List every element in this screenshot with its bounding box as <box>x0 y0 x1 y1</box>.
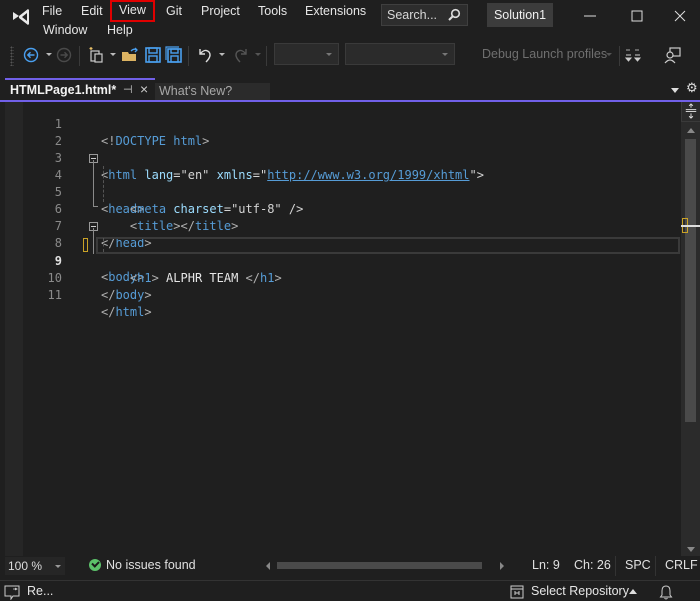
fold-guide <box>93 160 94 206</box>
char-indicator[interactable]: Ch: 26 <box>574 558 611 572</box>
editor-status-bar: 100 % No issues found Ln: 9 Ch: 26 SPC C… <box>0 556 700 576</box>
redo-icon[interactable] <box>232 46 250 64</box>
chevron-down-icon <box>442 53 448 56</box>
back-dropdown-icon[interactable] <box>46 53 52 56</box>
menu-view[interactable]: View <box>110 0 155 22</box>
open-folder-icon[interactable] <box>121 46 139 64</box>
new-project-icon[interactable] <box>87 46 105 64</box>
code-line: 10 </body> <box>0 253 681 302</box>
toolbar-separator <box>188 46 189 66</box>
save-all-icon[interactable] <box>165 46 183 64</box>
menu-project[interactable]: Project <box>197 3 244 19</box>
tab-label: HTMLPage1.html* <box>10 83 117 97</box>
line-number: 11 <box>47 288 62 302</box>
toolbar-grip[interactable] <box>10 46 14 66</box>
scroll-down-icon[interactable] <box>687 547 695 552</box>
zoom-dropdown[interactable]: 100 % <box>5 557 65 575</box>
tab-htmlpage1[interactable]: HTMLPage1.html* ⊣ × <box>5 78 155 100</box>
issues-label: No issues found <box>106 558 196 572</box>
menu-file[interactable]: File <box>38 3 66 19</box>
output-window-icon[interactable] <box>4 584 20 600</box>
code-line: 4 <head> <box>0 150 681 216</box>
title-bar: File Edit View Git Project Tools Extensi… <box>0 0 700 40</box>
indent-guide <box>103 166 104 202</box>
line-indicator[interactable]: Ln: 9 <box>532 558 560 572</box>
toolbar-separator <box>79 46 80 66</box>
check-circle-icon <box>89 559 101 571</box>
menu-tools[interactable]: Tools <box>254 3 291 19</box>
line-ending-label: CRLF <box>665 558 698 572</box>
toolbar-separator <box>266 46 267 66</box>
tab-whats-new[interactable]: What's New? <box>155 83 270 100</box>
search-icon <box>448 8 461 21</box>
undo-icon[interactable] <box>196 46 214 64</box>
horizontal-scroll-thumb[interactable] <box>277 562 482 569</box>
fold-guide <box>93 228 94 254</box>
maximize-icon[interactable] <box>627 6 647 26</box>
navigate-forward-icon[interactable] <box>55 46 73 64</box>
whitespace-mode[interactable]: SPC <box>615 556 655 576</box>
notification-bell-icon[interactable] <box>659 584 673 600</box>
repository-icon <box>510 585 524 599</box>
code-editor[interactable]: 1 <!DOCTYPE html> 2 3 <html lang="en" xm… <box>0 102 681 556</box>
code-line: 3 <html lang="en" xmlns="http://www.w3.o… <box>0 133 681 182</box>
menu-help[interactable]: Help <box>103 22 137 38</box>
close-window-icon[interactable] <box>670 6 690 26</box>
zoom-value: 100 % <box>8 559 43 573</box>
pin-icon[interactable]: ⊣ <box>123 83 133 96</box>
code-text: </html> <box>101 305 152 319</box>
chevron-down-icon <box>55 565 61 568</box>
select-repository-button[interactable]: Select Repository <box>531 584 629 598</box>
gear-icon[interactable]: ⚙ <box>686 80 698 96</box>
fold-guide-end <box>93 206 98 207</box>
code-text: </body> <box>101 288 152 302</box>
code-line: 7 </head> <box>0 201 681 250</box>
whitespace-label: SPC <box>625 558 651 572</box>
line-ending-mode[interactable]: CRLF <box>655 556 700 576</box>
redo-dropdown-icon[interactable] <box>255 53 261 56</box>
debug-dropdown-icon[interactable] <box>606 53 612 56</box>
live-share-icon[interactable] <box>664 46 682 64</box>
step-icon[interactable] <box>624 46 642 64</box>
code-line: 8 <body> <box>0 218 681 284</box>
configuration-dropdown[interactable] <box>274 43 339 65</box>
status-bar: Re... Select Repository <box>0 580 700 601</box>
code-line: 11 </html> <box>0 270 681 319</box>
code-line: 1 <!DOCTYPE html> <box>0 99 681 148</box>
status-left-label[interactable]: Re... <box>27 584 53 598</box>
navigate-back-icon[interactable] <box>22 46 40 64</box>
menu-extensions[interactable]: Extensions <box>301 3 370 19</box>
debug-launch-profiles[interactable]: Debug Launch profiles <box>482 47 607 61</box>
platform-dropdown[interactable] <box>345 43 455 65</box>
search-box[interactable]: Search... <box>381 4 468 26</box>
indent-guide <box>103 238 104 252</box>
menu-edit[interactable]: Edit <box>77 3 107 19</box>
tab-list-dropdown-icon[interactable] <box>671 88 679 93</box>
caret-position-marker <box>681 225 700 227</box>
tab-label: What's New? <box>159 84 233 98</box>
search-placeholder: Search... <box>387 8 438 22</box>
scroll-left-icon[interactable] <box>266 562 270 570</box>
code-line: 2 <box>0 116 681 148</box>
save-icon[interactable] <box>144 46 162 64</box>
visual-studio-logo-icon <box>13 9 29 25</box>
menu-window[interactable]: Window <box>39 22 91 38</box>
vertical-scrollbar[interactable] <box>681 102 700 556</box>
split-window-icon[interactable] <box>681 102 700 122</box>
menu-git[interactable]: Git <box>162 3 186 19</box>
minimize-icon[interactable] <box>580 6 600 26</box>
toolbar: Debug Launch profiles <box>0 40 700 72</box>
scroll-up-icon[interactable] <box>687 128 695 133</box>
solution-name-badge[interactable]: Solution1 <box>487 3 553 27</box>
scroll-right-icon[interactable] <box>500 562 504 570</box>
toolbar-separator <box>619 46 620 66</box>
chevron-up-icon[interactable] <box>629 589 637 594</box>
undo-dropdown-icon[interactable] <box>219 53 225 56</box>
close-tab-icon[interactable]: × <box>140 81 148 97</box>
chevron-down-icon <box>326 53 332 56</box>
scroll-thumb[interactable] <box>685 139 696 422</box>
new-dropdown-icon[interactable] <box>110 53 116 56</box>
